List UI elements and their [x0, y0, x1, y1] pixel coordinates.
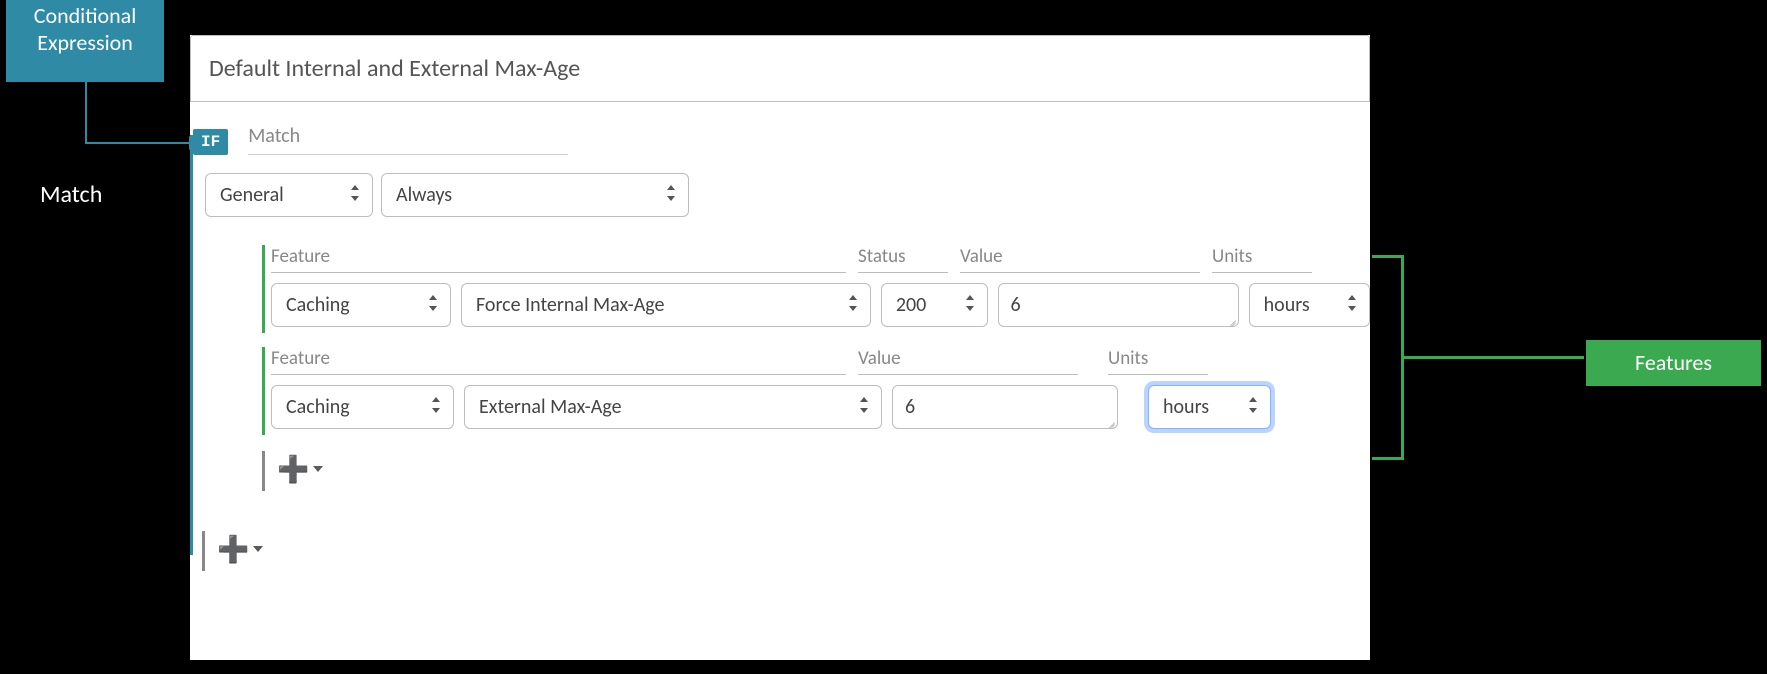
updown-icon	[1347, 295, 1361, 315]
col-label-units: Units	[1212, 245, 1312, 273]
input-value: 6	[1011, 293, 1021, 317]
match-category-value: General	[220, 183, 284, 207]
callout-text: Expression	[6, 29, 164, 56]
add-condition-button[interactable]: ➕	[211, 531, 269, 567]
feature-units-select[interactable]: hours	[1148, 385, 1271, 429]
feature-status-select[interactable]: 200	[881, 283, 988, 327]
select-value: Force Internal Max-Age	[476, 293, 665, 317]
feature-block: Feature Status Value Units Caching Force…	[265, 245, 1370, 327]
add-rail	[202, 531, 205, 571]
feature-category-select[interactable]: Caching	[271, 283, 451, 327]
match-condition-select[interactable]: Always	[381, 173, 689, 217]
resize-handle-icon	[1226, 314, 1236, 324]
feature-value-input[interactable]: 6	[892, 385, 1118, 429]
dropdown-caret-icon	[253, 546, 263, 552]
select-value: 200	[896, 293, 926, 317]
add-rail	[262, 451, 265, 491]
col-label-status: Status	[858, 245, 948, 273]
updown-icon	[1248, 397, 1262, 417]
callout-conditional-expression: Conditional Expression	[6, 0, 164, 82]
updown-icon	[965, 295, 979, 315]
match-section-label: Match	[248, 124, 568, 155]
select-value: hours	[1163, 395, 1209, 419]
connector-line	[125, 195, 195, 197]
col-label-value: Value	[858, 347, 1078, 375]
connector-line	[85, 82, 87, 142]
resize-handle-icon	[1105, 416, 1115, 426]
feature-block: Feature Value Units Caching External Max…	[265, 347, 1370, 429]
feature-rail	[262, 347, 265, 435]
select-value: Caching	[286, 293, 350, 317]
feature-rail	[262, 245, 265, 333]
features-bracket	[1372, 255, 1404, 460]
feature-units-select[interactable]: hours	[1249, 283, 1370, 327]
dropdown-caret-icon	[313, 466, 323, 472]
match-row: General Always	[205, 173, 1370, 217]
updown-icon	[859, 397, 873, 417]
rule-editor-panel: Default Internal and External Max-Age IF…	[190, 35, 1370, 660]
connector-line	[1404, 356, 1584, 359]
col-label-value: Value	[960, 245, 1200, 273]
match-condition-value: Always	[396, 183, 452, 207]
updown-icon	[666, 185, 680, 205]
conditional-rail	[190, 135, 193, 555]
select-value: hours	[1264, 293, 1310, 317]
plus-icon: ➕	[217, 533, 249, 565]
feature-category-select[interactable]: Caching	[271, 385, 454, 429]
feature-name-select[interactable]: External Max-Age	[464, 385, 882, 429]
connector-line	[85, 142, 191, 144]
select-value: External Max-Age	[479, 395, 622, 419]
if-badge: IF	[193, 129, 228, 155]
updown-icon	[428, 295, 442, 315]
if-header-row: IF Match	[190, 124, 1370, 155]
col-label-feature: Feature	[271, 245, 846, 273]
feature-value-input[interactable]: 6	[998, 283, 1239, 327]
input-value: 6	[905, 395, 915, 419]
match-category-select[interactable]: General	[205, 173, 373, 217]
callout-text: Conditional	[6, 2, 164, 29]
select-value: Caching	[286, 395, 350, 419]
callout-features: Features	[1586, 340, 1761, 386]
feature-name-select[interactable]: Force Internal Max-Age	[461, 283, 871, 327]
add-feature-button[interactable]: ➕	[271, 451, 329, 487]
rule-title-text: Default Internal and External Max-Age	[209, 54, 580, 83]
updown-icon	[350, 185, 364, 205]
col-label-units: Units	[1108, 347, 1208, 375]
plus-icon: ➕	[277, 453, 309, 485]
updown-icon	[848, 295, 862, 315]
rule-title-input[interactable]: Default Internal and External Max-Age	[190, 35, 1370, 102]
col-label-feature: Feature	[271, 347, 846, 375]
updown-icon	[431, 397, 445, 417]
